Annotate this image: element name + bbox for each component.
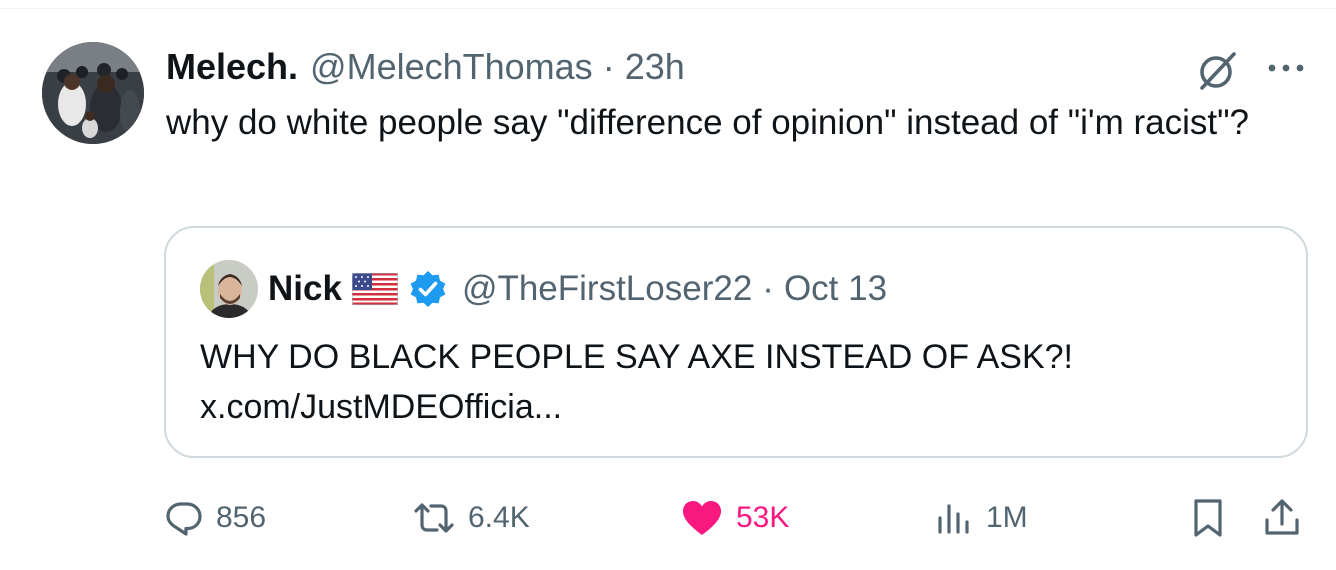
repost-count: 6.4K	[468, 501, 530, 534]
bookmark-icon	[1194, 499, 1222, 537]
heart-filled-icon	[683, 501, 721, 535]
quoted-tweet-link[interactable]: x.com/JustMDEOfficia...	[200, 382, 1280, 432]
author-avatar[interactable]	[42, 42, 144, 144]
tweet-text: why do white people say "difference of o…	[166, 103, 1250, 142]
reply-icon	[166, 502, 202, 536]
quoted-author-avatar[interactable]	[200, 260, 258, 318]
header-separator: ·	[602, 46, 615, 87]
like-button[interactable]: 53K	[680, 494, 789, 542]
share-button[interactable]	[1262, 494, 1314, 542]
quoted-tweet-timestamp[interactable]: Oct 13	[784, 269, 887, 309]
bookmark-button[interactable]	[1188, 494, 1240, 542]
tweet-header: Melech. @MelechThomas · 23h	[166, 42, 685, 92]
us-flag-icon	[351, 272, 399, 306]
reply-button[interactable]: 856	[164, 494, 266, 542]
avatar-photo	[42, 42, 144, 144]
author-display-name[interactable]: Melech.	[166, 42, 298, 92]
repost-icon	[414, 503, 454, 533]
like-count: 53K	[736, 501, 790, 534]
tweet-timestamp[interactable]: 23h	[625, 42, 685, 92]
quoted-tweet-header: Nick @TheFirstLoser22 · Oct 13	[268, 264, 887, 314]
tweet-action-bar: 856 6.4K 53K 1M	[164, 494, 1314, 542]
grok-slash-circle-icon[interactable]	[1192, 44, 1244, 96]
views-chart-icon	[938, 504, 969, 534]
author-handle[interactable]: @MelechThomas	[310, 42, 593, 92]
reply-count: 856	[216, 501, 267, 534]
more-dots-icon[interactable]	[1262, 48, 1310, 88]
quoted-tweet-body: WHY DO BLACK PEOPLE SAY AXE INSTEAD OF A…	[200, 332, 1280, 432]
quoted-author-handle[interactable]: @TheFirstLoser22	[462, 269, 752, 309]
quoted-author-display-name[interactable]: Nick	[268, 269, 342, 309]
quoted-avatar-photo	[200, 260, 258, 318]
views-count: 1M	[986, 501, 1028, 534]
views-button[interactable]: 1M	[934, 494, 1028, 542]
quoted-header-separator: ·	[762, 269, 774, 308]
top-divider	[0, 8, 1336, 9]
quote-tweet-card[interactable]: Nick @TheFirstLoser22 · Oct 13 WHY DO BL…	[164, 226, 1308, 458]
share-icon	[1265, 499, 1299, 535]
quoted-tweet-text: WHY DO BLACK PEOPLE SAY AXE INSTEAD OF A…	[200, 338, 1073, 376]
verified-badge-icon[interactable]	[408, 269, 448, 309]
repost-button[interactable]: 6.4K	[412, 494, 530, 542]
